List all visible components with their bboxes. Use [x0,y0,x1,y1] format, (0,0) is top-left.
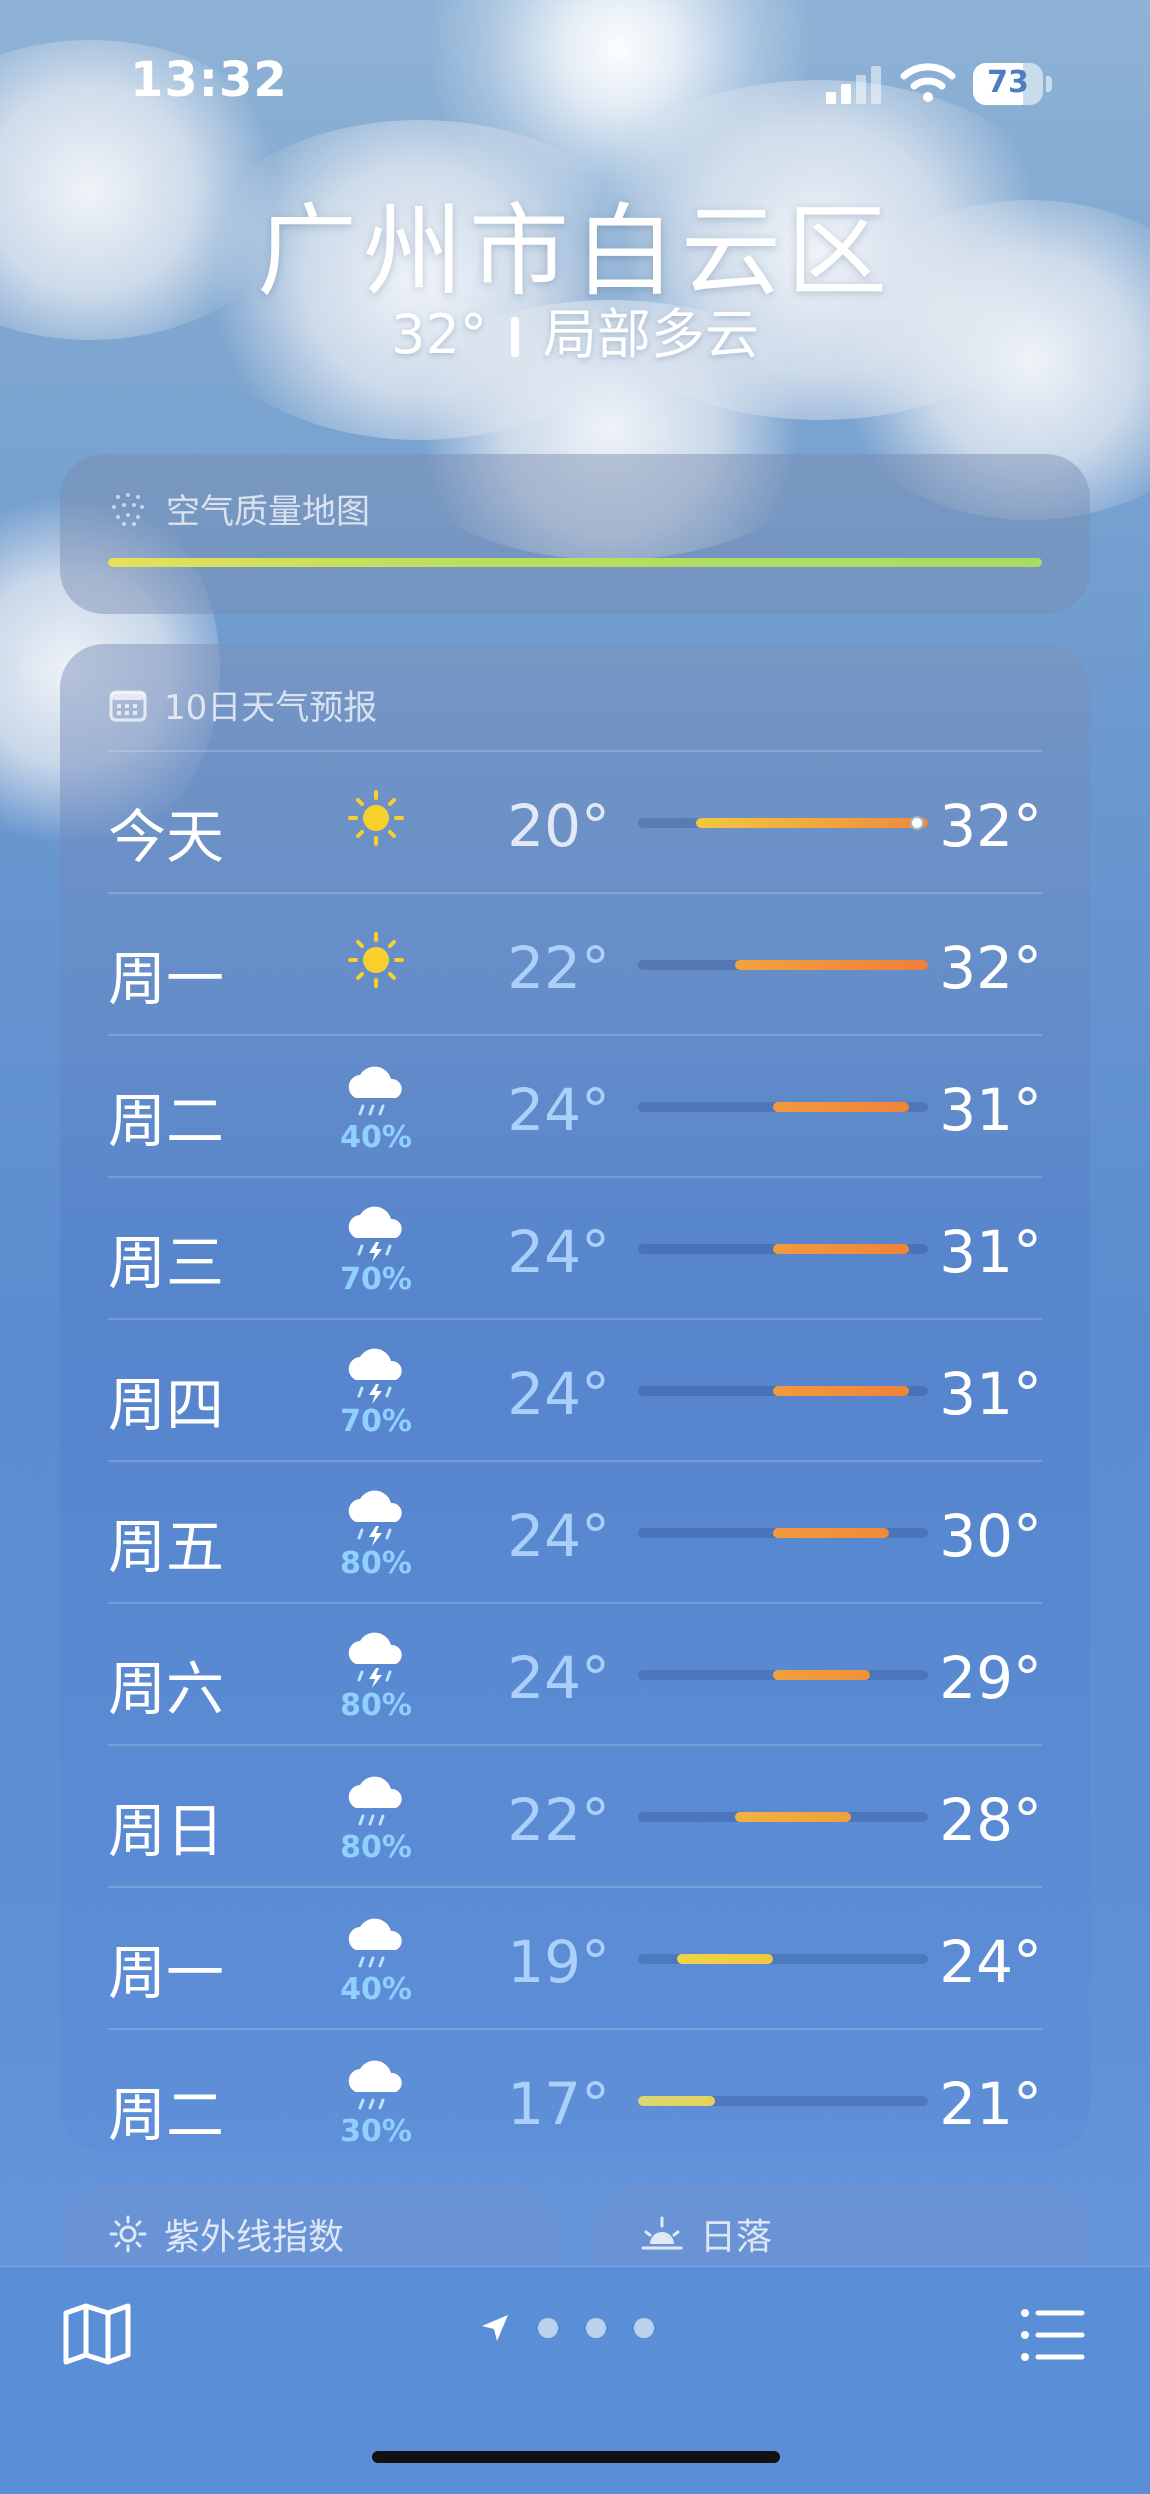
temperature-range-track [638,1244,928,1254]
forecast-low: 17° [507,2070,610,2138]
forecast-row: 周六 80% 24° 29° [108,1602,1042,1744]
page-indicator[interactable] [480,2313,654,2343]
map-icon[interactable] [62,2303,132,2365]
battery-indicator: 73 [973,63,1043,105]
forecast-low: 24° [507,1076,610,1144]
air-quality-map-icon [112,492,144,526]
temperature-range-track [638,1386,928,1396]
sunset-title: 日落 [700,2217,773,2258]
temperature-range-bar [773,1102,909,1112]
page-dot[interactable] [634,2318,654,2338]
forecast-row: 周三 70% 24° 31° [108,1176,1042,1318]
forecast-day: 周二 [108,2081,225,2149]
sunset-icon [641,2216,683,2250]
temperature-range-track [638,1812,928,1822]
current-condition: 局部多云 [542,303,759,366]
forecast-list: 今天 20° 32° 周一 22° 32° 周二 40% 24° 31° 周三 … [108,750,1042,2170]
home-indicator[interactable] [372,2451,780,2463]
forecast-low: 20° [507,792,610,860]
forecast-day: 周一 [108,945,225,1013]
temperature-range-bar [773,1528,890,1538]
forecast-low: 19° [507,1928,610,1996]
forecast-day: 周四 [108,1371,225,1439]
current-summary: 32° 局部多云 [0,290,1150,369]
forecast-high: 28° [939,1786,1042,1854]
temperature-range-bar [676,1954,774,1964]
forecast-day: 周一 [108,1939,225,2007]
current-temperature-dot [910,816,924,830]
forecast-day: 今天 [108,803,225,871]
forecast-low: 22° [507,934,610,1002]
forecast-row: 周五 80% 24° 30° [108,1460,1042,1602]
list-icon[interactable] [1020,2307,1086,2363]
wifi-icon [900,63,956,102]
temperature-range-track [638,960,928,970]
forecast-high: 21° [939,2070,1042,2138]
forecast-day: 周五 [108,1513,225,1581]
forecast-high: 24° [939,1928,1042,1996]
temperature-range-track [638,816,928,830]
forecast-high: 31° [939,1218,1042,1286]
forecast-low: 24° [507,1502,610,1570]
forecast-row: 周二 40% 24° 31° [108,1034,1042,1176]
forecast-row: 周一 40% 19° 24° [108,1886,1042,2028]
ten-day-forecast-card[interactable]: 10日天气预报 今天 20° 32° 周一 22° 32° 周二 40% 24°… [60,644,1090,2152]
battery-level: 73 [987,65,1029,100]
temperature-range-track [638,1954,928,1964]
forecast-low: 24° [507,1644,610,1712]
forecast-row: 今天 20° 32° [108,750,1042,892]
forecast-row: 周日 80% 22° 28° [108,1744,1042,1886]
forecast-low: 24° [507,1360,610,1428]
temperature-range-bar [734,1812,851,1822]
temperature-range-track [638,1670,928,1680]
sun-outline-icon [109,2215,147,2253]
temperature-range-bar [696,818,928,828]
forecast-low: 22° [507,1786,610,1854]
status-time: 13:32 [130,52,288,108]
forecast-high: 32° [939,934,1042,1002]
temperature-range-bar [773,1386,909,1396]
forecast-high: 31° [939,1076,1042,1144]
temperature-range-track [638,1528,928,1538]
separator [510,317,519,357]
calendar-icon [109,690,147,721]
forecast-day: 周三 [108,1229,225,1297]
temperature-range-track [638,1102,928,1112]
temperature-range-bar [773,1670,870,1680]
forecast-high: 32° [939,792,1042,860]
location-arrow-icon[interactable] [480,2313,510,2343]
page-dot[interactable] [586,2318,606,2338]
forecast-row: 周二 30% 17° 21° [108,2028,1042,2170]
air-quality-card[interactable]: 空气质量地图 [60,454,1090,614]
forecast-day: 周二 [108,1087,225,1155]
forecast-day: 周六 [108,1655,225,1723]
temperature-range-bar [638,2096,716,2106]
forecast-high: 30° [939,1502,1042,1570]
uv-index-title: 紫外线指数 [164,2217,345,2258]
forecast-row: 周一 22° 32° [108,892,1042,1034]
forecast-title: 10日天气预报 [164,688,378,728]
air-quality-bar [108,558,1042,567]
temperature-range-bar [773,1244,909,1254]
page-dot[interactable] [538,2318,558,2338]
air-quality-title: 空气质量地图 [166,492,370,532]
forecast-row: 周四 70% 24° 31° [108,1318,1042,1460]
temperature-range-track [638,2096,928,2106]
cellular-signal-icon [826,66,881,104]
forecast-low: 24° [507,1218,610,1286]
forecast-high: 29° [939,1644,1042,1712]
forecast-high: 31° [939,1360,1042,1428]
temperature-range-bar [734,960,928,970]
current-temperature: 32° [391,303,487,366]
forecast-day: 周日 [108,1797,225,1865]
status-bar: 13:32 73 [0,0,1150,170]
